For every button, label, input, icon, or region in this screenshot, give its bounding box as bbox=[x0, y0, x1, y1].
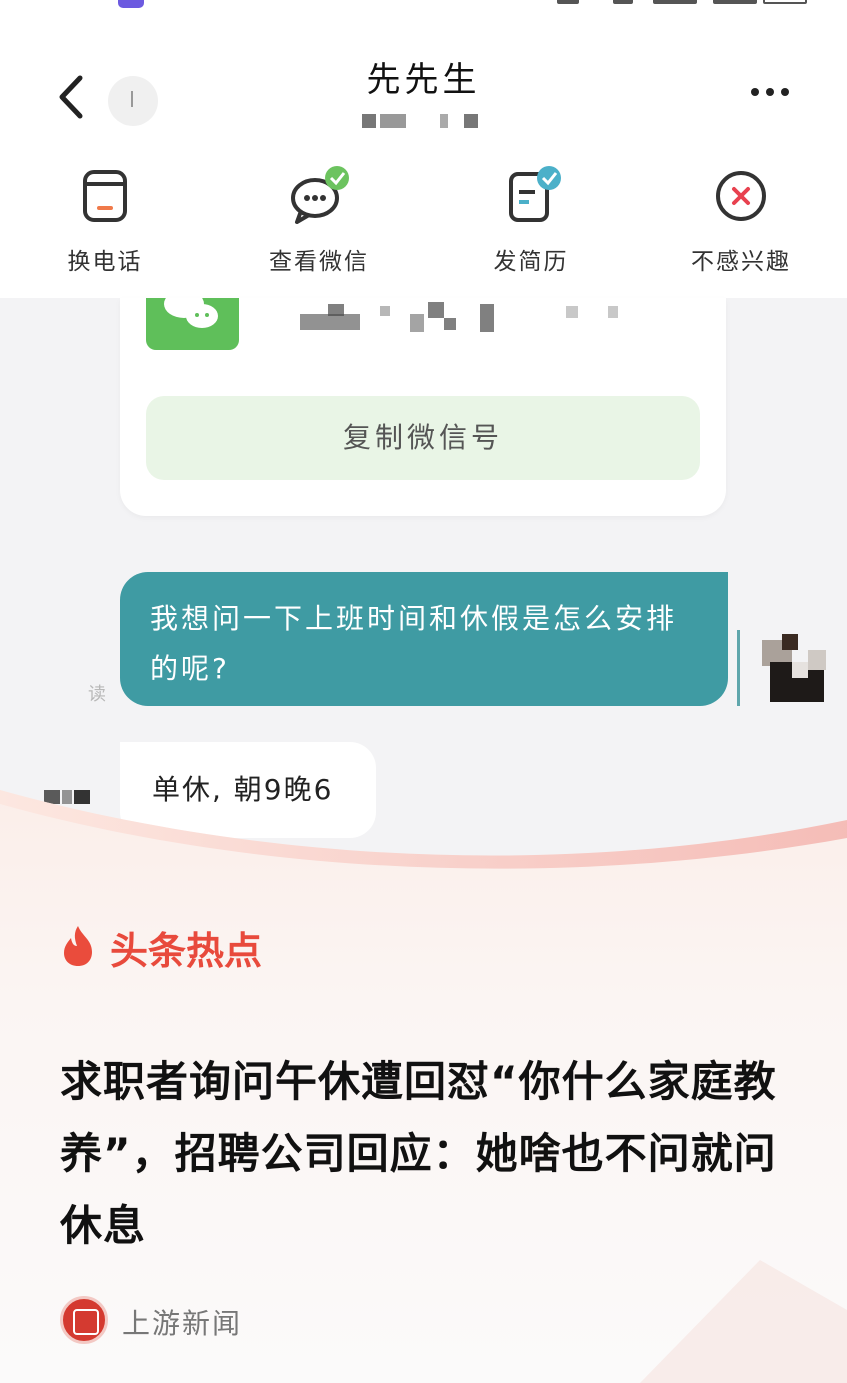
user-avatar[interactable] bbox=[752, 632, 826, 706]
action-change-phone[interactable]: 换电话 bbox=[20, 164, 190, 276]
action-label: 不感兴趣 bbox=[691, 249, 791, 275]
news-card[interactable]: 头条热点 求职者询问午休遭回怼“你什么家庭教养”，招聘公司回应：她啥也不问就问休… bbox=[0, 790, 847, 1383]
action-bar: 换电话 查看微信 发简历 不感兴趣 bbox=[0, 164, 847, 284]
signal-icons bbox=[557, 0, 807, 8]
notification-indicator bbox=[118, 0, 144, 8]
bubble-divider bbox=[737, 630, 740, 706]
action-send-resume[interactable]: 发简历 bbox=[446, 164, 616, 276]
action-label: 查看微信 bbox=[269, 249, 369, 275]
phone-card-icon bbox=[83, 170, 127, 222]
wechat-id-blurred bbox=[300, 300, 630, 332]
resume-icon bbox=[509, 166, 561, 222]
more-icon[interactable] bbox=[751, 88, 795, 98]
action-label: 换电话 bbox=[67, 249, 143, 275]
wechat-card: 复制微信号 bbox=[120, 298, 726, 516]
copy-wechat-button[interactable]: 复制微信号 bbox=[146, 396, 700, 480]
contact-subtitle-blurred bbox=[360, 114, 484, 134]
status-bar bbox=[0, 0, 847, 14]
action-not-interested[interactable]: 不感兴趣 bbox=[656, 164, 826, 276]
read-status: 读 bbox=[88, 684, 106, 705]
wechat-icon bbox=[291, 166, 349, 224]
news-tag: 头条热点 bbox=[110, 929, 263, 973]
action-label: 发简历 bbox=[493, 249, 569, 275]
wechat-logo bbox=[146, 298, 239, 350]
wechat-logo-icon bbox=[164, 298, 218, 328]
fire-icon bbox=[64, 926, 92, 966]
source-logo bbox=[60, 1296, 108, 1344]
page-title: 先先生 bbox=[366, 60, 481, 100]
my-message-bubble[interactable]: 我想问一下上班时间和休假是怎么安排的呢? bbox=[120, 572, 728, 706]
close-circle-icon bbox=[716, 171, 766, 221]
action-view-wechat[interactable]: 查看微信 bbox=[234, 164, 404, 276]
news-headline[interactable]: 求职者询问午休遭回怼“你什么家庭教养”，招聘公司回应：她啥也不问就问休息 bbox=[60, 1046, 780, 1262]
news-source[interactable]: 上游新闻 bbox=[122, 1302, 242, 1342]
chat-header: 先先生 换电话 查看微信 发简历 不感兴趣 bbox=[0, 14, 847, 298]
